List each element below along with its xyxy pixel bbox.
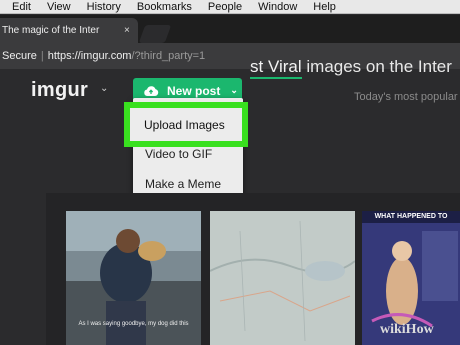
tab-title: The magic of the Inter [2, 25, 100, 36]
headline-rest: images on the Inter [301, 57, 452, 76]
menu-window[interactable]: Window [258, 0, 297, 14]
imgur-logo[interactable]: imgur [31, 79, 88, 102]
cloud-upload-icon [144, 85, 159, 96]
gallery-thumbnail-dog[interactable]: As I was saying goodbye, my dog did this [66, 211, 201, 345]
menu-people[interactable]: People [208, 0, 242, 14]
map-image [210, 211, 355, 345]
upload-images-highlight[interactable]: Upload Images [124, 102, 248, 147]
browser-tab[interactable]: The magic of the Inter × [0, 18, 138, 43]
menu-bar: Edit View History Bookmarks People Windo… [0, 0, 460, 14]
address-separator: | [40, 50, 44, 62]
most-viral-tab[interactable]: st Viral [250, 57, 302, 79]
menu-bookmarks[interactable]: Bookmarks [137, 0, 192, 14]
upload-images-label: Upload Images [144, 118, 225, 132]
new-tab-button[interactable] [138, 25, 172, 43]
page-headline: st Viral images on the Inter [250, 57, 452, 79]
url-host: https://imgur.com [47, 50, 132, 62]
tab-strip: The magic of the Inter × [0, 15, 460, 43]
close-icon[interactable]: × [124, 25, 130, 36]
wikihow-watermark: wikiHow [380, 322, 434, 337]
chevron-down-icon: ⌄ [230, 85, 238, 95]
menu-history[interactable]: History [87, 0, 121, 14]
menu-help[interactable]: Help [313, 0, 336, 14]
secure-label: Secure [2, 50, 37, 62]
thumbnail-caption: WHAT HAPPENED TO [374, 213, 448, 220]
thumbnail-caption: As I was saying goodbye, my dog did this [78, 321, 189, 327]
menu-view[interactable]: View [47, 0, 71, 14]
page-subtitle: Today's most popular [354, 91, 458, 103]
chevron-down-icon[interactable]: ⌄ [100, 83, 108, 94]
new-post-label: New post [167, 83, 221, 98]
gallery-thumbnail-map[interactable] [210, 211, 355, 345]
url-path: /?third_party=1 [131, 50, 206, 62]
menu-edit[interactable]: Edit [12, 0, 31, 14]
